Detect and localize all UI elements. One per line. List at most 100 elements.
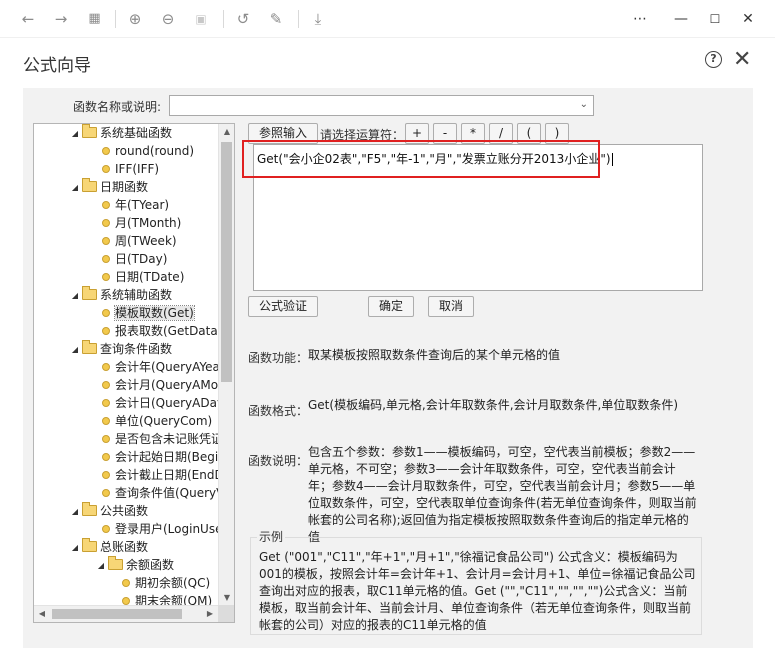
tree-item[interactable]: 期初余额(QC) (122, 574, 210, 592)
expand-triangle-icon[interactable]: ◢ (70, 341, 80, 359)
function-bullet-icon (102, 236, 110, 245)
edit-icon[interactable]: ✎ (266, 9, 286, 29)
function-bullet-icon (102, 164, 110, 173)
folder-icon (82, 178, 97, 192)
function-name-select[interactable]: ⌄ (169, 95, 594, 116)
tree-item[interactable]: 会计起始日期(BeginDate) (102, 448, 234, 466)
tree-item-label: 日期(TDate) (115, 270, 185, 284)
tree-item-label: 期初余额(QC) (135, 576, 211, 590)
tree-item[interactable]: round(round) (102, 142, 194, 160)
tree-item[interactable]: 年(TYear) (102, 196, 169, 214)
scroll-thumb[interactable] (52, 609, 182, 619)
text-cursor (611, 153, 613, 166)
tree-item-label: 余额函数 (126, 558, 175, 572)
close-icon[interactable]: ✕ (738, 9, 758, 29)
function-bullet-icon (102, 452, 110, 461)
zoom-in-icon[interactable]: ⊕ (125, 9, 145, 29)
function-format-text: Get(模板编码,单元格,会计年取数条件,会计月取数条件,单位取数条件) (308, 398, 679, 412)
tree-item[interactable]: 单位(QueryCom) (102, 412, 212, 430)
toolbar-separator (115, 10, 116, 28)
save-icon[interactable]: ⤓ (308, 9, 328, 29)
maximize-icon[interactable]: ☐ (705, 9, 725, 29)
tree-vertical-scrollbar[interactable]: ▲ ▼ (218, 124, 234, 606)
function-description-label: 函数说明： (248, 454, 309, 468)
function-bullet-icon (102, 200, 110, 209)
scroll-left-icon[interactable]: ◀ (34, 606, 50, 622)
tree-item[interactable]: 日期(TDate) (102, 268, 184, 286)
tree-folder[interactable]: ◢ 总账函数 (70, 538, 148, 556)
scroll-right-icon[interactable]: ▶ (202, 606, 218, 622)
function-bullet-icon (102, 326, 110, 335)
tree-item[interactable]: IFF(IFF) (102, 160, 159, 178)
expand-triangle-icon[interactable]: ◢ (70, 287, 80, 305)
function-bullet-icon (102, 398, 110, 407)
tree-folder[interactable]: ◢ 余额函数 (96, 556, 174, 574)
zoom-out-icon[interactable]: ⊖ (158, 9, 178, 29)
tree-item-label: 系统基础函数 (100, 126, 173, 140)
function-bullet-icon (102, 380, 110, 389)
tree-item[interactable]: 会计月(QueryAMonth) (102, 376, 235, 394)
arrow-right-icon[interactable]: → (51, 9, 71, 29)
tree-item[interactable]: 周(TWeek) (102, 232, 177, 250)
function-bullet-icon (102, 272, 110, 281)
tree-item[interactable]: 登录用户(LoginUser) (102, 520, 232, 538)
folder-icon (82, 286, 97, 300)
scrollbar-corner (218, 605, 234, 622)
close-icon[interactable]: ✕ (733, 47, 751, 72)
function-bullet-icon (102, 308, 110, 317)
tree-item-label: 模板取数(Get) (114, 305, 195, 321)
tree-item[interactable]: 是否包含未记账凭证 (102, 430, 223, 448)
tree-item-label: 单位(QueryCom) (115, 414, 213, 428)
toolbar-separator (223, 10, 224, 28)
function-purpose-label: 函数功能： (248, 351, 309, 365)
tree-item-label: 登录用户(LoginUser) (115, 522, 233, 536)
function-bullet-icon (102, 254, 110, 263)
tree-item[interactable]: 月(TMonth) (102, 214, 181, 232)
scroll-up-icon[interactable]: ▲ (219, 124, 234, 140)
cancel-button[interactable]: 取消 (428, 296, 474, 317)
toolbar-separator (298, 10, 299, 28)
tree-item[interactable]: 会计日(QueryADay) (102, 394, 229, 412)
tree-item[interactable]: 会计年(QueryAYear) (102, 358, 230, 376)
scroll-down-icon[interactable]: ▼ (219, 590, 234, 606)
function-purpose-text: 取某模板按照取数条件查询后的某个单元格的值 (308, 348, 561, 362)
tree-item[interactable]: 报表取数(GetData) (102, 322, 222, 340)
tree-item-label: 会计月(QueryAMonth) (115, 378, 235, 392)
ok-button[interactable]: 确定 (368, 296, 414, 317)
folder-icon (82, 538, 97, 552)
function-bullet-icon (122, 596, 130, 605)
function-tree[interactable]: ◢ 系统基础函数 round(round) IFF(IFF) ◢ 日期函数年(TYear)… (33, 123, 235, 623)
more-icon[interactable]: ⋯ (630, 9, 650, 29)
expand-triangle-icon[interactable]: ◢ (70, 179, 80, 197)
rotate-icon[interactable]: ↺ (233, 9, 253, 29)
tree-folder[interactable]: ◢ 查询条件函数 (70, 340, 172, 358)
validate-formula-button[interactable]: 公式验证 (248, 296, 318, 317)
tree-horizontal-scrollbar[interactable]: ◀ ▶ (34, 605, 218, 622)
tree-item[interactable]: 日(TDay) (102, 250, 167, 268)
scroll-thumb[interactable] (221, 142, 232, 382)
expand-triangle-icon[interactable]: ◢ (70, 503, 80, 521)
tree-item[interactable]: 会计截止日期(EndDate) (102, 466, 235, 484)
arrow-left-icon[interactable]: ← (18, 9, 38, 29)
highlight-annotation (242, 140, 600, 178)
expand-triangle-icon[interactable]: ◢ (96, 557, 106, 575)
tree-item[interactable]: 模板取数(Get) (102, 304, 195, 322)
expand-triangle-icon[interactable]: ◢ (70, 125, 80, 143)
chevron-down-icon[interactable]: ⌄ (580, 99, 588, 110)
tree-item-label: 会计日(QueryADay) (115, 396, 229, 410)
tree-item-label: 年(TYear) (115, 198, 170, 212)
folder-icon (108, 556, 123, 570)
tree-folder[interactable]: ◢ 系统辅助函数 (70, 286, 172, 304)
tree-folder[interactable]: ◢ 公共函数 (70, 502, 148, 520)
tree-item-label: 会计截止日期(EndDate) (115, 468, 235, 482)
grid-icon[interactable]: ▦ (84, 9, 104, 29)
expand-triangle-icon[interactable]: ◢ (70, 539, 80, 557)
function-bullet-icon (102, 524, 110, 533)
tree-folder[interactable]: ◢ 日期函数 (70, 178, 148, 196)
tree-folder[interactable]: ◢ 系统基础函数 (70, 124, 172, 142)
help-icon[interactable]: ? (705, 51, 722, 68)
tree-item-label: 月(TMonth) (115, 216, 182, 230)
tree-item[interactable]: 查询条件值(QueryValue) (102, 484, 234, 502)
minimize-icon[interactable]: — (671, 9, 691, 29)
tree-item-label: 会计年(QueryAYear) (115, 360, 230, 374)
